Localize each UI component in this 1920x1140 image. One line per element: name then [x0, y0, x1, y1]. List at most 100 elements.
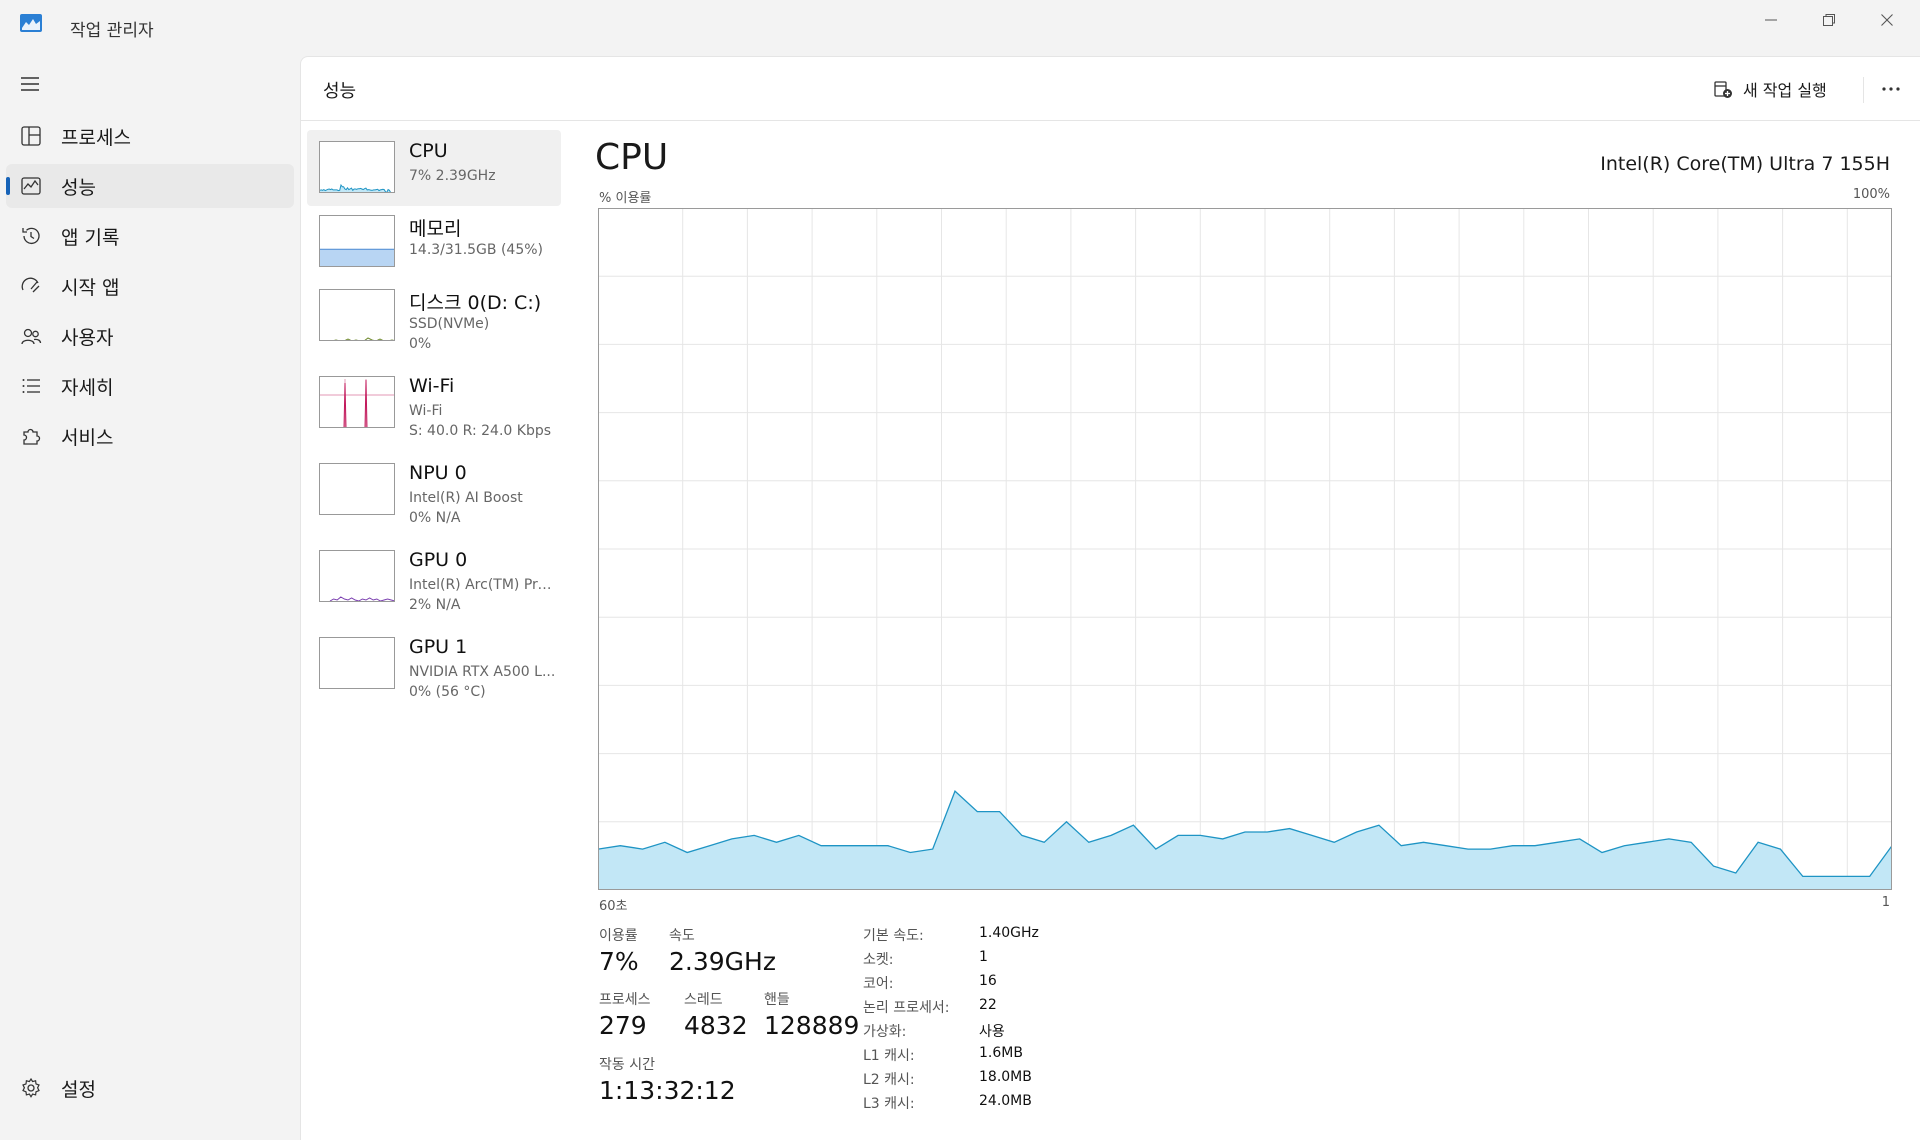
utilization-label: 이용률	[599, 928, 638, 944]
cpu-model-name: Intel(R) Core(TM) Ultra 7 155H	[1600, 153, 1890, 175]
page-title: 성능	[323, 81, 357, 102]
spec-value: 24.0MB	[979, 1093, 1032, 1109]
app-title: 작업 관리자	[70, 21, 154, 41]
sidebar-item-app-history[interactable]: 앱 기록	[6, 214, 294, 258]
spec-value: 18.0MB	[979, 1069, 1032, 1085]
device-status: 0% N/A	[409, 510, 461, 526]
speed-value: 2.39GHz	[669, 947, 776, 976]
device-item-npu-0[interactable]: NPU 0 Intel(R) AI Boost 0% N/A	[307, 452, 561, 528]
device-status: 14.3/31.5GB (45%)	[409, 242, 544, 258]
main-header: 성능 새 작업 실행	[301, 57, 1920, 121]
sidebar: 프로세스 성능 앱 기록 시작 앱 사용자 자세히 서비스 설정	[0, 54, 300, 1140]
spec-label: 논리 프로세서:	[863, 1000, 950, 1016]
users-icon	[21, 328, 42, 345]
device-item-gpu-1[interactable]: GPU 1 NVIDIA RTX A500 L... 0% (56 °C)	[307, 626, 561, 702]
memory-mini-graph	[320, 248, 394, 266]
sidebar-item-services[interactable]: 서비스	[6, 414, 294, 458]
startup-speedometer-icon	[21, 277, 40, 293]
sidebar-item-label: 사용자	[61, 326, 114, 349]
device-type: Wi-Fi	[409, 403, 443, 419]
memory-thumbnail	[319, 215, 395, 267]
threads-value: 4832	[684, 1011, 748, 1040]
details-list-icon	[22, 379, 40, 393]
sidebar-item-label: 성능	[61, 176, 96, 199]
run-new-task-label: 새 작업 실행	[1743, 81, 1827, 100]
history-icon	[22, 227, 40, 245]
device-type: Intel(R) AI Boost	[409, 490, 523, 506]
utilization-value: 7%	[599, 947, 639, 976]
memory-thumb-fill	[320, 249, 394, 266]
npu-thumbnail	[319, 463, 395, 515]
main-panel: 성능 새 작업 실행 CPU 7% 2.39GHz 메모리 14.3/31.5G…	[300, 56, 1920, 1140]
sidebar-item-processes[interactable]: 프로세스	[6, 114, 294, 158]
threads-label: 스레드	[684, 992, 723, 1008]
device-type: Intel(R) Arc(TM) Pro...	[409, 577, 559, 593]
spec-label: 가상화:	[863, 1024, 907, 1040]
cpu-mini-graph	[320, 183, 391, 192]
close-button[interactable]	[1858, 0, 1916, 40]
sidebar-item-label: 앱 기록	[61, 226, 120, 249]
task-manager-app-icon	[20, 14, 42, 32]
device-name: CPU	[409, 140, 448, 162]
sidebar-item-settings[interactable]: 설정	[6, 1066, 294, 1110]
disk-mini-graph	[333, 337, 394, 340]
spec-value: 1.6MB	[979, 1045, 1023, 1061]
device-item-wifi[interactable]: Wi-Fi Wi-Fi S: 40.0 R: 24.0 Kbps	[307, 365, 561, 441]
menu-toggle-button[interactable]	[12, 68, 48, 100]
gpu1-thumbnail	[319, 637, 395, 689]
gear-icon	[22, 1077, 40, 1098]
more-dots-icon	[1882, 87, 1900, 91]
x-axis-start-label: 60초	[599, 899, 628, 914]
wifi-mini-graph	[320, 379, 394, 427]
handles-value: 128889	[764, 1011, 860, 1040]
sidebar-item-startup-apps[interactable]: 시작 앱	[6, 264, 294, 308]
restore-icon	[1823, 14, 1835, 26]
gpu-thumb-line	[329, 596, 394, 601]
restore-button[interactable]	[1800, 0, 1858, 40]
device-item-cpu[interactable]: CPU 7% 2.39GHz	[307, 130, 561, 206]
y-axis-label: % 이용률	[599, 191, 652, 206]
speed-label: 속도	[669, 928, 695, 944]
device-name: NPU 0	[409, 462, 467, 484]
spec-label: 소켓:	[863, 952, 894, 968]
sidebar-item-details[interactable]: 자세히	[6, 364, 294, 408]
cpu-thumbnail	[319, 141, 395, 193]
cpu-utilization-graph	[598, 208, 1892, 890]
gpu0-mini-graph	[329, 596, 394, 601]
sidebar-item-label: 시작 앱	[61, 276, 120, 299]
uptime-value: 1:13:32:12	[599, 1076, 736, 1105]
sidebar-item-label: 프로세스	[61, 126, 131, 149]
device-item-memory[interactable]: 메모리 14.3/31.5GB (45%)	[307, 204, 561, 280]
device-status: 2% N/A	[409, 597, 461, 613]
minimize-icon	[1765, 19, 1777, 21]
services-puzzle-icon	[23, 428, 41, 445]
spec-label: L2 캐시:	[863, 1072, 915, 1088]
title-bar: 작업 관리자	[0, 0, 1920, 54]
spec-label: 코어:	[863, 976, 894, 992]
spec-value: 22	[979, 997, 997, 1013]
spec-label: 기본 속도:	[863, 928, 924, 944]
minimize-button[interactable]	[1742, 0, 1800, 40]
x-axis-end-label: 1	[1881, 895, 1890, 910]
device-item-disk-0[interactable]: 디스크 0(D: C:) SSD(NVMe) 0%	[307, 278, 561, 354]
handles-label: 핸들	[764, 992, 790, 1008]
run-new-task-button[interactable]: 새 작업 실행	[1713, 71, 1853, 107]
device-item-gpu-0[interactable]: GPU 0 Intel(R) Arc(TM) Pro... 2% N/A	[307, 539, 561, 615]
hamburger-icon	[21, 77, 39, 91]
gpu0-thumbnail	[319, 550, 395, 602]
spec-value: 사용	[979, 1024, 1005, 1040]
sidebar-item-label: 자세히	[61, 376, 114, 399]
y-axis-max-label: 100%	[1852, 187, 1890, 202]
spec-value: 1	[979, 949, 988, 965]
device-name: 메모리	[409, 218, 462, 240]
spec-value: 1.40GHz	[979, 925, 1039, 941]
processes-icon	[21, 126, 41, 146]
sidebar-item-users[interactable]: 사용자	[6, 314, 294, 358]
sidebar-item-performance[interactable]: 성능	[6, 164, 294, 208]
spec-value: 16	[979, 973, 997, 989]
more-options-button[interactable]	[1873, 71, 1909, 107]
uptime-label: 작동 시간	[599, 1057, 655, 1073]
device-status: 7% 2.39GHz	[409, 168, 496, 184]
spec-label: L3 캐시:	[863, 1096, 915, 1112]
header-separator	[1863, 77, 1864, 103]
